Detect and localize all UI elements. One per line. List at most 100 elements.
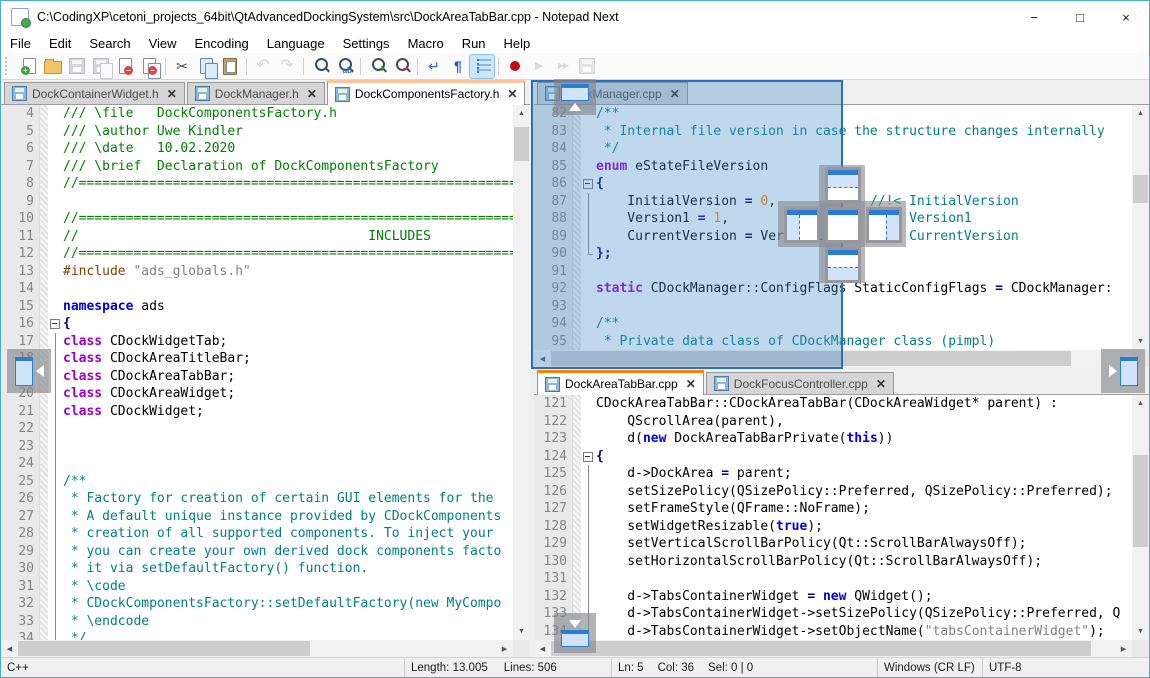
code-line[interactable]: 7/// \brief Declaration of DockComponent… [1, 158, 513, 176]
dock-top-indicator-icon[interactable] [825, 167, 861, 203]
code-line[interactable]: 28 * creation of all supported component… [1, 525, 513, 543]
code-line[interactable]: 16{ [1, 315, 513, 333]
editor-left[interactable]: 4/// \file DockComponentsFactory.h5/// \… [1, 105, 530, 657]
horizontal-scrollbar[interactable]: ◀ ▶ [1, 640, 513, 657]
scrollbar-thumb[interactable] [1133, 455, 1148, 547]
code-line[interactable]: 30 * it via setDefaultFactory() function… [1, 560, 513, 578]
code-line[interactable]: 21class CDockWidget; [1, 403, 513, 421]
code-line[interactable]: 4/// \file DockComponentsFactory.h [1, 105, 513, 123]
code-line[interactable]: 126 setSizePolicy(QSizePolicy::Preferred… [534, 483, 1132, 501]
code-line[interactable]: 11// INCLUDES [1, 228, 513, 246]
code-line[interactable]: 15namespace ads [1, 298, 513, 316]
code-line[interactable]: 12//====================================… [1, 245, 513, 263]
code-line[interactable]: 14 [1, 280, 513, 298]
code-line[interactable]: 127 setFrameStyle(QFrame::NoFrame); [534, 500, 1132, 518]
find-button[interactable] [308, 55, 332, 78]
dock-window-left-indicator[interactable] [7, 349, 51, 393]
code-line[interactable]: 5/// \author Uwe Kindler [1, 123, 513, 141]
code-line[interactable]: 17class CDockWidgetTab; [1, 333, 513, 351]
code-line[interactable]: 131 [534, 570, 1132, 588]
menu-item-help[interactable]: Help [495, 34, 540, 53]
scrollbar-thumb[interactable] [514, 127, 529, 161]
code-line[interactable]: 33 * \endcode [1, 613, 513, 631]
fold-collapse-icon[interactable] [48, 315, 63, 333]
menu-item-language[interactable]: Language [258, 34, 334, 53]
code-line[interactable]: 29 * you can create your own derived doc… [1, 543, 513, 561]
run-macro-multiple-button[interactable]: ▶▶ [551, 55, 575, 78]
scroll-down-icon[interactable]: ▼ [1132, 623, 1149, 640]
code-line[interactable]: 25/** [1, 473, 513, 491]
word-wrap-button[interactable]: ↵ [422, 55, 446, 78]
scroll-right-icon[interactable]: ▶ [1115, 640, 1132, 657]
code-line[interactable]: 19class CDockAreaTabBar; [1, 368, 513, 386]
show-symbols-button[interactable]: ¶ [446, 55, 470, 78]
code-line[interactable]: 27 * A default unique instance provided … [1, 508, 513, 526]
tab-close-icon[interactable]: ✕ [876, 377, 886, 391]
scroll-left-icon[interactable]: ◀ [534, 640, 551, 657]
tab-dockfocuscontroller.cpp[interactable]: DockFocusController.cpp✕ [706, 372, 894, 394]
play-macro-button[interactable]: ▶ [527, 55, 551, 78]
code-line[interactable]: 125 d->DockArea = parent; [534, 465, 1132, 483]
replace-button[interactable]: ab [332, 55, 356, 78]
code-line[interactable]: 31 * \code [1, 578, 513, 596]
scroll-right-icon[interactable]: ▶ [496, 640, 513, 657]
menu-item-search[interactable]: Search [80, 34, 139, 53]
scrollbar-thumb[interactable] [551, 641, 1091, 656]
dock-bottom-indicator-icon[interactable] [825, 247, 861, 283]
dock-right-indicator-icon[interactable] [866, 207, 902, 243]
code-line[interactable]: 8//=====================================… [1, 175, 513, 193]
code-line[interactable]: 124{ [534, 448, 1132, 466]
code-line[interactable]: 122 QScrollArea(parent), [534, 413, 1132, 431]
scroll-down-icon[interactable]: ▼ [513, 623, 530, 640]
code-line[interactable]: 128 setWidgetResizable(true); [534, 518, 1132, 536]
redo-button[interactable]: ↷ [275, 55, 299, 78]
undo-button[interactable]: ↶ [251, 55, 275, 78]
menu-item-encoding[interactable]: Encoding [186, 34, 258, 53]
save-button[interactable] [65, 55, 89, 78]
maximize-button[interactable]: □ [1057, 1, 1103, 33]
new-file-button[interactable]: + [17, 55, 41, 78]
code-line[interactable]: 26 * Factory for creation of certain GUI… [1, 490, 513, 508]
indent-guide-button[interactable] [470, 55, 494, 78]
scroll-up-icon[interactable]: ▲ [1132, 105, 1149, 122]
menu-item-view[interactable]: View [140, 34, 186, 53]
close-all-button[interactable]: − [137, 55, 161, 78]
tab-dockareatabbar.cpp[interactable]: DockAreaTabBar.cpp✕ [537, 370, 704, 395]
tab-close-icon[interactable]: ✕ [507, 87, 517, 101]
vertical-scrollbar[interactable]: ▲ ▼ [513, 105, 530, 640]
open-file-button[interactable] [41, 55, 65, 78]
vertical-scrollbar[interactable]: ▲ ▼ [1132, 105, 1149, 350]
paste-button[interactable] [218, 55, 242, 78]
scroll-up-icon[interactable]: ▲ [513, 105, 530, 122]
record-macro-button[interactable] [503, 55, 527, 78]
fold-collapse-icon[interactable] [581, 448, 596, 466]
dock-window-bottom-indicator[interactable] [554, 613, 596, 653]
editor-bottom-right[interactable]: 121CDockAreaTabBar::CDockAreaTabBar(CDoc… [534, 395, 1149, 657]
code-line[interactable]: 18class CDockAreaTitleBar; [1, 350, 513, 368]
code-line[interactable]: 130 setHorizontalScrollBarPolicy(Qt::Scr… [534, 553, 1132, 571]
code-line[interactable]: 133 d->TabsContainerWidget->setSizePolic… [534, 605, 1132, 623]
menu-item-settings[interactable]: Settings [334, 34, 399, 53]
code-line[interactable]: 20class CDockAreaWidget; [1, 385, 513, 403]
code-line[interactable]: 22 [1, 420, 513, 438]
tab-close-icon[interactable]: ✕ [167, 87, 177, 101]
code-line[interactable]: 129 setVerticalScrollBarPolicy(Qt::Scrol… [534, 535, 1132, 553]
menu-item-macro[interactable]: Macro [399, 34, 453, 53]
minimize-button[interactable]: − [1011, 1, 1057, 33]
save-all-button[interactable] [89, 55, 113, 78]
scrollbar-thumb[interactable] [18, 641, 310, 656]
menu-item-run[interactable]: Run [453, 34, 495, 53]
code-line[interactable]: 23 [1, 438, 513, 456]
code-line[interactable]: 9 [1, 193, 513, 211]
copy-button[interactable] [194, 55, 218, 78]
menu-item-file[interactable]: File [1, 34, 40, 53]
code-line[interactable]: 32 * CDockComponentsFactory::setDefaultF… [1, 595, 513, 613]
scroll-down-icon[interactable]: ▼ [1132, 333, 1149, 350]
close-button[interactable]: × [1103, 1, 1149, 33]
cut-button[interactable]: ✂ [170, 55, 194, 78]
tab-close-icon[interactable]: ✕ [686, 377, 696, 391]
zoom-in-button[interactable]: + [365, 55, 389, 78]
tab-dockcomponentsfactory.h[interactable]: DockComponentsFactory.h✕ [327, 80, 526, 105]
code-line[interactable]: 13#include "ads_globals.h" [1, 263, 513, 281]
menu-item-edit[interactable]: Edit [40, 34, 80, 53]
